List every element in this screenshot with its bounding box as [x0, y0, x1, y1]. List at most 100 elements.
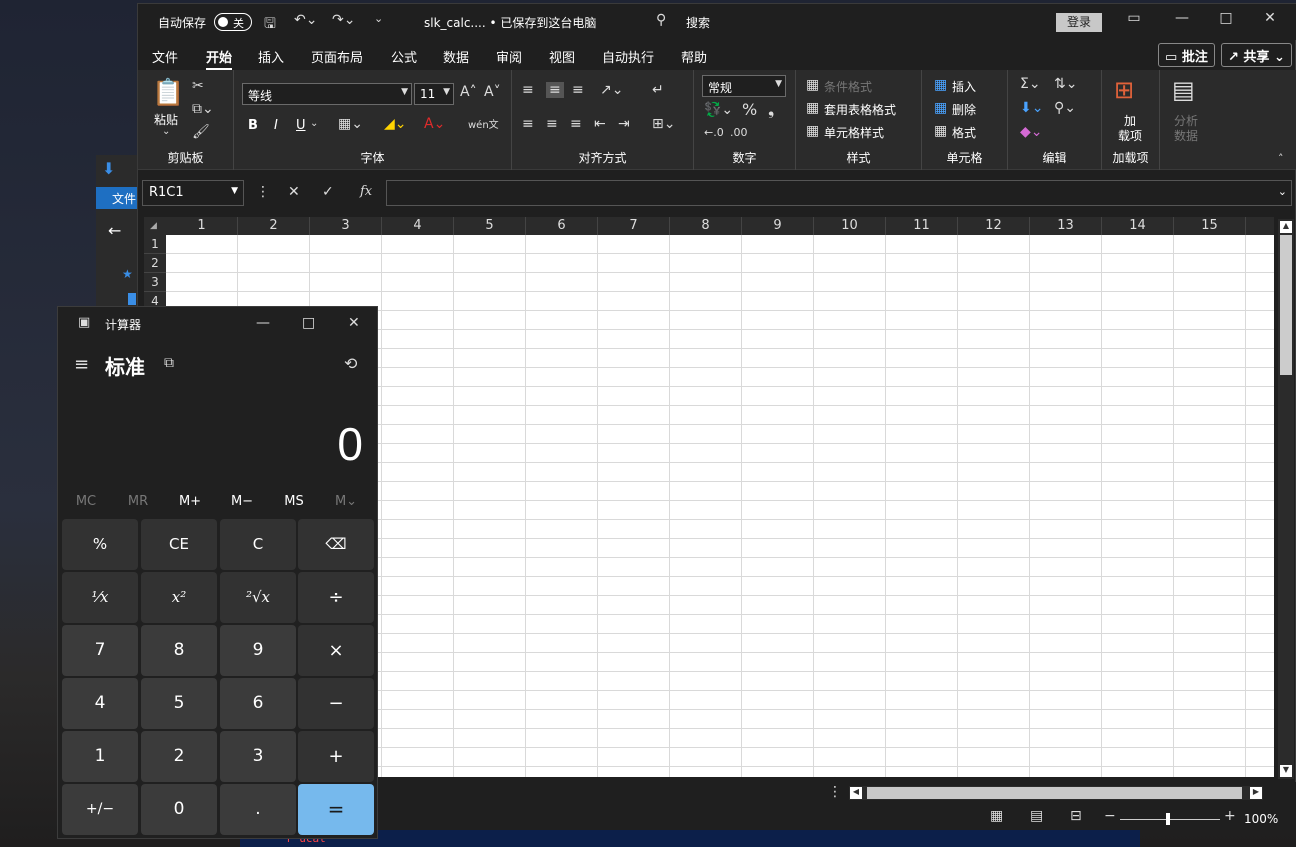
addins-label-line2[interactable]: 载项: [1118, 127, 1142, 144]
horizontal-scroll-thumb[interactable]: [867, 787, 1242, 799]
analyze-data-icon[interactable]: ▤: [1172, 76, 1195, 104]
clear-button[interactable]: C: [220, 519, 296, 570]
select-all-icon[interactable]: ◢: [150, 221, 157, 231]
more-options-icon[interactable]: ⋮: [256, 184, 270, 200]
digit-8-button[interactable]: 8: [141, 625, 217, 676]
column-header[interactable]: 12: [958, 217, 1030, 235]
scroll-right-icon[interactable]: ▶: [1250, 787, 1262, 799]
column-header[interactable]: 10: [814, 217, 886, 235]
multiply-button[interactable]: ×: [298, 625, 374, 676]
decrease-indent-icon[interactable]: ⇤: [594, 116, 606, 132]
vertical-scroll-thumb[interactable]: [1280, 235, 1292, 375]
memory-recall-button[interactable]: MR: [112, 494, 164, 509]
equals-button[interactable]: =: [298, 784, 374, 835]
zoom-slider[interactable]: [1120, 819, 1220, 820]
memory-store-button[interactable]: MS: [268, 494, 320, 509]
page-break-view-icon[interactable]: ⊟: [1070, 808, 1082, 824]
back-arrow-icon[interactable]: ←: [108, 221, 121, 240]
percent-icon[interactable]: %: [742, 100, 757, 119]
zoom-slider-thumb[interactable]: [1166, 813, 1170, 825]
row-header[interactable]: 2: [144, 254, 166, 273]
percent-button[interactable]: %: [62, 519, 138, 570]
minimize-icon[interactable]: —: [1170, 10, 1194, 34]
memory-subtract-button[interactable]: M−: [216, 494, 268, 509]
cell-styles-button[interactable]: 单元格样式: [824, 124, 884, 141]
digit-0-button[interactable]: 0: [141, 784, 217, 835]
column-header[interactable]: 3: [310, 217, 382, 235]
comments-button[interactable]: ▭ 批注: [1158, 43, 1215, 67]
scroll-left-icon[interactable]: ◀: [850, 787, 862, 799]
align-middle-icon[interactable]: ≡: [546, 82, 564, 98]
comma-icon[interactable]: ❟: [768, 100, 774, 120]
insert-function-icon[interactable]: fx: [360, 184, 372, 199]
tab-data[interactable]: 数据: [443, 47, 469, 66]
normal-view-icon[interactable]: ▦: [990, 808, 1003, 824]
find-select-icon[interactable]: ⚲⌄: [1054, 100, 1076, 116]
share-button[interactable]: ↗ 共享 ⌄: [1221, 43, 1292, 67]
calculator-window[interactable]: ▣ 计算器 — □ ✕ ≡ 标准 ⧉ ⟲ 0 MC MR M+ M− MS M⌄…: [57, 306, 378, 839]
decrease-decimal-icon[interactable]: .00: [730, 126, 748, 139]
paste-dropdown-icon[interactable]: ⌄: [162, 126, 170, 137]
cut-icon[interactable]: ✂: [192, 78, 204, 94]
digit-3-button[interactable]: 3: [220, 731, 296, 782]
column-header[interactable]: 11: [886, 217, 958, 235]
formula-input[interactable]: ⌄: [386, 180, 1292, 206]
divide-button[interactable]: ÷: [298, 572, 374, 623]
collapse-ribbon-icon[interactable]: ˄: [1278, 152, 1284, 165]
page-layout-view-icon[interactable]: ▤: [1030, 808, 1043, 824]
font-color-icon[interactable]: A⌄: [424, 116, 445, 132]
digit-7-button[interactable]: 7: [62, 625, 138, 676]
align-bottom-icon[interactable]: ≡: [572, 82, 584, 98]
vertical-scrollbar[interactable]: ▲ ▼: [1278, 219, 1294, 779]
format-cells-button[interactable]: 格式: [952, 124, 976, 141]
column-header[interactable]: 2: [238, 217, 310, 235]
save-icon[interactable]: 🖫: [264, 13, 276, 37]
column-header[interactable]: 4: [382, 217, 454, 235]
square-root-button[interactable]: ²√x: [220, 572, 296, 623]
column-header[interactable]: 1: [166, 217, 238, 235]
customize-toolbar-icon[interactable]: ⌄: [374, 12, 383, 25]
border-icon[interactable]: ▦⌄: [338, 116, 363, 132]
more-options-icon[interactable]: ⋮: [828, 784, 842, 800]
column-header[interactable]: 5: [454, 217, 526, 235]
row-header[interactable]: 1: [144, 235, 166, 254]
chevron-down-icon[interactable]: ⌄: [310, 118, 318, 129]
column-header[interactable]: 15: [1174, 217, 1246, 235]
fill-color-icon[interactable]: ◢⌄: [384, 116, 407, 132]
cancel-entry-icon[interactable]: ✕: [288, 184, 300, 200]
undo-icon[interactable]: ↶⌄: [294, 12, 317, 28]
addins-icon[interactable]: ⊞: [1114, 76, 1134, 104]
confirm-entry-icon[interactable]: ✓: [322, 184, 334, 200]
digit-2-button[interactable]: 2: [141, 731, 217, 782]
insert-cells-button[interactable]: 插入: [952, 78, 976, 95]
font-size-select[interactable]: 11 ▼: [414, 83, 454, 105]
zoom-out-icon[interactable]: −: [1104, 808, 1116, 824]
tab-review[interactable]: 审阅: [496, 47, 522, 66]
copy-icon[interactable]: ⧉⌄: [192, 101, 214, 117]
wrap-text-icon[interactable]: ↵: [652, 82, 664, 98]
autosave-toggle[interactable]: 关: [214, 13, 252, 31]
memory-list-button[interactable]: M⌄: [320, 494, 372, 509]
tab-insert[interactable]: 插入: [258, 47, 284, 66]
tab-view[interactable]: 视图: [549, 47, 575, 66]
increase-decimal-icon[interactable]: ←.0: [704, 126, 724, 139]
scroll-down-icon[interactable]: ▼: [1280, 765, 1292, 777]
redo-icon[interactable]: ↷⌄: [332, 12, 355, 28]
sort-filter-icon[interactable]: ⇅⌄: [1054, 76, 1077, 92]
tab-formulas[interactable]: 公式: [391, 47, 417, 66]
paste-icon[interactable]: 📋: [152, 78, 184, 108]
clear-icon[interactable]: ◆⌄: [1020, 124, 1043, 140]
analyze-label-line2[interactable]: 数据: [1174, 127, 1198, 144]
backspace-button[interactable]: ⌫: [298, 519, 374, 570]
square-button[interactable]: x²: [141, 572, 217, 623]
decrease-font-icon[interactable]: A˅: [484, 84, 501, 100]
tab-file[interactable]: 文件: [152, 47, 178, 66]
login-button[interactable]: 登录: [1056, 13, 1102, 32]
underline-button[interactable]: U: [296, 118, 306, 133]
increase-font-icon[interactable]: A˄: [460, 84, 477, 100]
memory-clear-button[interactable]: MC: [60, 494, 112, 509]
zoom-level[interactable]: 100%: [1244, 812, 1278, 826]
digit-1-button[interactable]: 1: [62, 731, 138, 782]
format-painter-icon[interactable]: 🖌: [192, 124, 210, 140]
column-header[interactable]: 7: [598, 217, 670, 235]
